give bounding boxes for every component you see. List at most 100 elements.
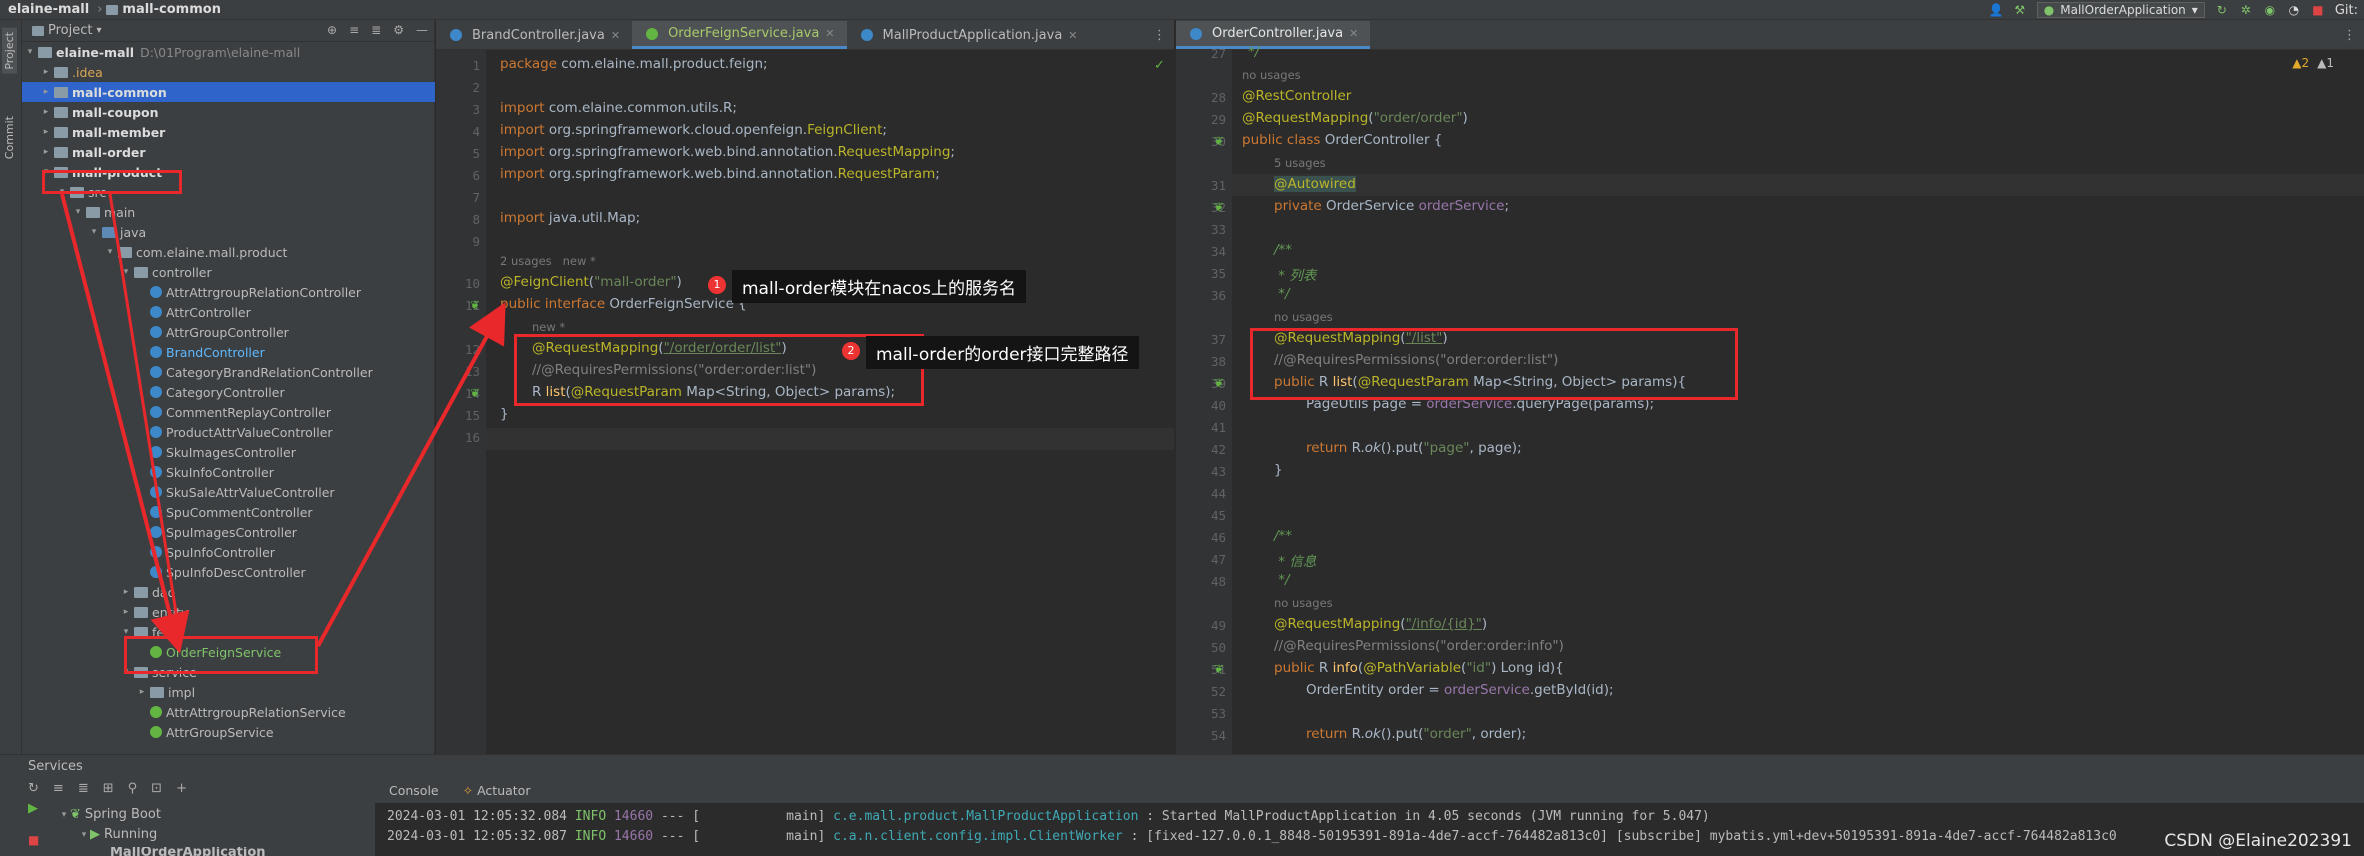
- tree-item[interactable]: ProductAttrValueController: [22, 422, 435, 442]
- tree-item[interactable]: ▸ mall-member: [22, 122, 435, 142]
- chevron-right-icon[interactable]: ▸: [120, 587, 132, 597]
- breadcrumb-module[interactable]: mall-common: [122, 2, 227, 17]
- more-tabs-icon[interactable]: ⋮: [2335, 28, 2364, 49]
- run-configuration-select[interactable]: ● MallOrderApplication ▾: [2036, 2, 2205, 18]
- editor-tab[interactable]: MallProductApplication.java ✕: [847, 21, 1090, 49]
- close-icon[interactable]: ✕: [825, 27, 834, 40]
- editor-tab[interactable]: BrandController.java ✕: [436, 21, 632, 49]
- chevron-down-icon[interactable]: ▾: [104, 247, 116, 257]
- bean-icon[interactable]: ❦: [1214, 134, 1224, 148]
- git-label[interactable]: Git:: [2335, 3, 2358, 18]
- tree-item[interactable]: SpuCommentController: [22, 502, 435, 522]
- bean-icon[interactable]: ❦: [1214, 200, 1224, 214]
- tree-item[interactable]: ▾ controller: [22, 262, 435, 282]
- right-code-editor[interactable]: 27 28 29 30 31 32 33 34 35 36 37 38 39 40 41 42 43 44 45 46…: [1176, 44, 2364, 754]
- bean-icon[interactable]: ❦: [1214, 662, 1224, 676]
- usage-hint[interactable]: no usages: [1242, 68, 1301, 82]
- tab-console[interactable]: Console: [389, 783, 439, 798]
- chevron-down-icon[interactable]: ▾: [24, 47, 36, 57]
- chevron-down-icon[interactable]: ▾: [78, 830, 90, 840]
- close-icon[interactable]: ✕: [611, 29, 620, 42]
- editor-tab[interactable]: OrderFeignService.java ✕: [632, 21, 847, 49]
- tree-item[interactable]: AttrController: [22, 302, 435, 322]
- tree-item[interactable]: ▸ entity: [22, 602, 435, 622]
- chevron-down-icon[interactable]: ▾: [58, 810, 70, 820]
- locate-icon[interactable]: ⊕: [327, 23, 337, 37]
- usage-hint[interactable]: no usages: [1274, 596, 1333, 610]
- hammer-build-icon[interactable]: ⚒: [2013, 3, 2027, 17]
- console-panel[interactable]: Console ✧ Actuator 2024-03-01 12:05:32.0…: [375, 777, 2364, 856]
- profile-icon[interactable]: ◔: [2287, 3, 2301, 17]
- hide-icon[interactable]: —: [416, 23, 428, 37]
- chevron-down-icon[interactable]: ▾: [72, 207, 84, 217]
- add-icon[interactable]: +: [176, 781, 187, 796]
- tree-item[interactable]: SpuImagesController: [22, 522, 435, 542]
- chevron-right-icon[interactable]: ▸: [120, 607, 132, 617]
- left-code-editor[interactable]: 1 2 3 4 5 6 7 8 9 10 11 12 13 14 15 16 ❦ ❦ ✓ package com.…: [436, 50, 1174, 754]
- breadcrumb-project[interactable]: elaine-mall: [0, 2, 95, 17]
- services-spring-boot[interactable]: ▾ ❦ Spring Boot: [58, 807, 161, 822]
- tree-item[interactable]: AttrGroupService: [22, 722, 435, 742]
- tree-item[interactable]: ▸ .idea: [22, 62, 435, 82]
- tree-item[interactable]: ▸ mall-coupon: [22, 102, 435, 122]
- group-icon[interactable]: ⊞: [103, 781, 114, 796]
- close-icon[interactable]: ✕: [1349, 27, 1358, 40]
- tree-root[interactable]: ▾ elaine-mall D:\01Program\elaine-mall: [22, 42, 435, 62]
- gear-icon[interactable]: ⚙: [393, 23, 404, 37]
- tree-item[interactable]: ▸ dao: [22, 582, 435, 602]
- chevron-right-icon[interactable]: ▸: [40, 127, 52, 137]
- stop-icon[interactable]: ■: [2311, 3, 2325, 17]
- more-tabs-icon[interactable]: ⋮: [1145, 28, 1174, 49]
- user-icon[interactable]: 👤: [1989, 3, 2004, 17]
- editor-tab[interactable]: OrderController.java ✕: [1176, 21, 1371, 49]
- chevron-right-icon[interactable]: ▸: [40, 67, 52, 77]
- filter-icon[interactable]: ⚲: [128, 781, 138, 796]
- tree-item[interactable]: CategoryBrandRelationController: [22, 362, 435, 382]
- run-icon[interactable]: ▶: [28, 801, 38, 816]
- tree-item[interactable]: ▾ main: [22, 202, 435, 222]
- tree-item[interactable]: SkuSaleAttrValueController: [22, 482, 435, 502]
- tree-item[interactable]: SpuInfoController: [22, 542, 435, 562]
- project-tool-tab[interactable]: Project: [2, 28, 17, 74]
- project-panel-title[interactable]: Project: [48, 23, 92, 38]
- usage-hint[interactable]: 2 usages new *: [500, 254, 596, 268]
- chevron-right-icon[interactable]: ▸: [40, 107, 52, 117]
- expand-all-icon[interactable]: ≡: [53, 781, 64, 796]
- tree-item[interactable]: SkuInfoController: [22, 462, 435, 482]
- bean-icon[interactable]: ❦: [1214, 376, 1224, 390]
- expand-all-icon[interactable]: ≡: [349, 23, 359, 37]
- rerun-icon[interactable]: ↻: [28, 781, 39, 796]
- tree-item[interactable]: AttrAttrgroupRelationService: [22, 702, 435, 722]
- coverage-icon[interactable]: ◉: [2263, 3, 2277, 17]
- tree-item[interactable]: ▸ mall-common: [22, 82, 435, 102]
- inspection-widget[interactable]: ▲2 ▲1: [2292, 56, 2334, 70]
- tree-item[interactable]: AttrGroupController: [22, 322, 435, 342]
- chevron-right-icon[interactable]: ▸: [40, 147, 52, 157]
- usage-hint[interactable]: new *: [532, 320, 565, 334]
- rerun-icon[interactable]: ↻: [2215, 3, 2229, 17]
- implemented-icon[interactable]: ❦: [470, 386, 480, 400]
- tree-item[interactable]: BrandController: [22, 342, 435, 362]
- tree-item[interactable]: CategoryController: [22, 382, 435, 402]
- new-tab-icon[interactable]: ⊡: [151, 781, 162, 796]
- tree-item[interactable]: SpuInfoDescController: [22, 562, 435, 582]
- tree-item[interactable]: CommentReplayController: [22, 402, 435, 422]
- chevron-down-icon[interactable]: ▾: [96, 25, 101, 36]
- tree-item[interactable]: AttrAttrgroupRelationController: [22, 282, 435, 302]
- collapse-all-icon[interactable]: ≣: [371, 23, 381, 37]
- chevron-right-icon[interactable]: ▸: [136, 687, 148, 697]
- tree-item[interactable]: ▸ impl: [22, 682, 435, 702]
- tree-item[interactable]: ▾ java: [22, 222, 435, 242]
- commit-tool-tab[interactable]: Commit: [2, 112, 17, 163]
- chevron-down-icon[interactable]: ▾: [120, 267, 132, 277]
- services-header[interactable]: Services: [0, 755, 2364, 777]
- tree-item[interactable]: ▸ mall-order: [22, 142, 435, 162]
- usage-hint[interactable]: 5 usages: [1274, 156, 1326, 170]
- collapse-all-icon[interactable]: ≣: [78, 781, 89, 796]
- tree-item[interactable]: ▾ com.elaine.mall.product: [22, 242, 435, 262]
- services-app[interactable]: MallOrderApplication: [110, 847, 266, 856]
- chevron-right-icon[interactable]: ▸: [40, 87, 52, 97]
- stop-icon[interactable]: ■: [28, 833, 39, 847]
- close-icon[interactable]: ✕: [1068, 29, 1077, 42]
- services-running[interactable]: ▾ ▶ Running: [78, 827, 158, 842]
